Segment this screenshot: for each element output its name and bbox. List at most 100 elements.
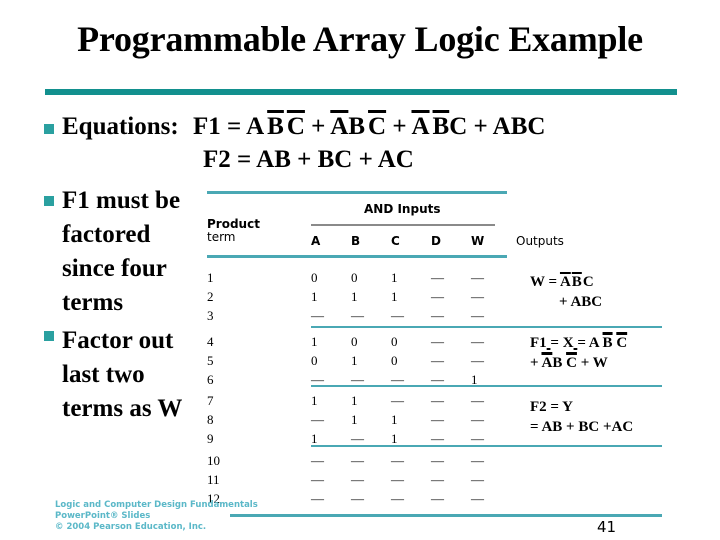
output-f2: F2 = Y = AB + BC +AC: [530, 399, 634, 435]
product-term-number: 10: [207, 453, 220, 468]
product-term-number: 2: [207, 289, 214, 304]
slide-title: Programmable Array Logic Example: [77, 19, 643, 59]
product-term-number: 6: [207, 372, 214, 387]
table-cell: —: [311, 453, 324, 468]
outputs-header: Outputs: [516, 234, 564, 248]
table-cell: —: [471, 412, 484, 427]
table-cell: —: [471, 289, 484, 304]
column-header-w: W: [471, 234, 485, 248]
table-cell: —: [351, 453, 364, 468]
table-cell: 1: [351, 412, 358, 427]
table-cell: —: [311, 491, 324, 506]
literal: C: [582, 274, 594, 290]
table-cell: —: [431, 393, 444, 408]
table-cell: —: [391, 472, 404, 487]
f1-prefix: F1 =: [192, 113, 247, 140]
equation-f2: F2 = AB + BC + AC: [203, 146, 414, 173]
table-cell: —: [351, 472, 364, 487]
product-term-header: Product term: [207, 217, 260, 244]
product-term-number: 8: [207, 412, 214, 427]
bullet-line: last two: [62, 361, 145, 388]
table-cell: —: [431, 308, 444, 323]
table-cell: 1: [351, 393, 358, 408]
table-cell: 1: [391, 289, 398, 304]
column-header-b: B: [351, 234, 361, 248]
literal: C: [286, 113, 305, 140]
bullet-line: since four: [62, 255, 167, 282]
table-cell: —: [311, 308, 324, 323]
table-cell: —: [431, 491, 444, 506]
bullet-marker-icon: [44, 331, 54, 341]
output-f1: F1 = X = A B C + AB C + W: [530, 335, 628, 371]
table-cell: —: [431, 353, 444, 368]
table-cell: 0: [311, 353, 318, 368]
table-cell: —: [471, 308, 484, 323]
header-bottom-rule: [207, 255, 507, 258]
table-cell: —: [351, 308, 364, 323]
equation-f1: Equations: F1 = ABC + AB C + A BC + ABC: [62, 113, 545, 141]
table-cell: —: [471, 353, 484, 368]
f1-term: ABC: [411, 113, 467, 140]
table-cell: —: [431, 334, 444, 349]
table-bottom-rule: [230, 514, 662, 517]
bullet-line: terms: [62, 289, 124, 316]
product-term-number: 1: [207, 270, 214, 285]
table-cell: —: [471, 393, 484, 408]
table-cell: 1: [391, 270, 398, 285]
literal: A: [411, 113, 430, 140]
bullet-line: factored: [62, 221, 151, 248]
table-cell: 1: [311, 393, 318, 408]
table-cell: —: [391, 453, 404, 468]
literal: A: [330, 113, 349, 140]
table-cell: —: [471, 453, 484, 468]
product-term-number: 9: [207, 431, 214, 446]
product-term-number: 7: [207, 393, 214, 408]
literal: A: [246, 113, 265, 140]
table-cell: —: [391, 491, 404, 506]
bullet-line: F1 must be: [62, 187, 181, 214]
product-term-number: 11: [207, 472, 220, 487]
table-cell: —: [311, 412, 324, 427]
column-header-d: D: [431, 234, 441, 248]
output-divider: [500, 445, 662, 447]
table-cell: —: [471, 270, 484, 285]
page-number: 41: [597, 518, 617, 536]
group-divider: [311, 445, 507, 447]
bullet-line: terms as W: [62, 395, 183, 422]
table-cell: —: [471, 491, 484, 506]
table-cell: —: [471, 334, 484, 349]
product-term-number: 3: [207, 308, 214, 323]
bullet-marker-icon: [44, 124, 54, 134]
literal: B: [348, 113, 366, 140]
literal: C: [449, 113, 468, 140]
footer-credits: Logic and Computer Design Fundamentals P…: [55, 500, 258, 532]
table-cell: 0: [311, 270, 318, 285]
and-inputs-underline: [311, 224, 495, 226]
f1-term: ABC: [330, 113, 386, 140]
table-cell: 0: [391, 334, 398, 349]
table-cell: 1: [391, 412, 398, 427]
bullet-line: Factor out: [62, 327, 174, 354]
table-cell: 1: [351, 353, 358, 368]
equations-label: Equations:: [62, 113, 179, 140]
table-cell: —: [391, 393, 404, 408]
f1-expression: F1 = ABC + AB C + A BC + ABC: [192, 113, 546, 140]
literal: C: [368, 113, 387, 140]
product-term-number: 5: [207, 353, 214, 368]
table-cell: —: [391, 308, 404, 323]
literal: B: [510, 113, 528, 140]
f1-term: ABC: [246, 113, 305, 140]
literal: B: [571, 274, 582, 290]
output-w: W = ABC + ABC: [530, 274, 603, 310]
bullet-f1-factored: F1 must be factored since four terms: [62, 184, 180, 320]
table-cell: —: [431, 412, 444, 427]
table-cell: —: [431, 270, 444, 285]
group-divider: [311, 385, 507, 387]
column-header-a: A: [311, 234, 321, 248]
table-top-rule: [207, 191, 507, 194]
f1-term: ABC: [493, 113, 546, 140]
literal: A: [559, 274, 571, 290]
output-divider: [500, 385, 662, 387]
literal: B: [432, 113, 450, 140]
literal: C: [527, 113, 546, 140]
